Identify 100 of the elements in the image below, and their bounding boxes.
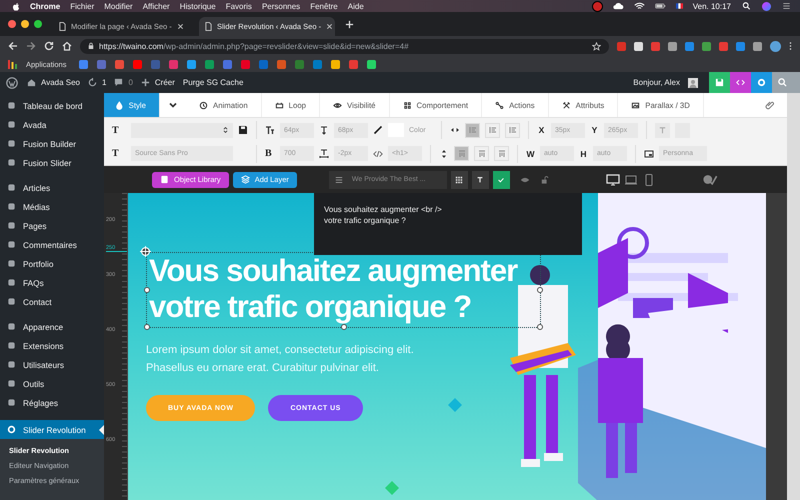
menu-item-icon <box>7 120 16 129</box>
chevron-down-icon[interactable] <box>168 100 178 110</box>
slide-subtitle: Lorem ipsum dolor sit amet, consectetur adipiscing elit. Phasellus eu ornare erat. Curabitur pulvinar elit. <box>146 343 414 376</box>
code-button[interactable] <box>730 72 751 93</box>
greeting-text[interactable]: Bonjour, Alex <box>633 78 680 87</box>
align-button[interactable] <box>505 122 520 138</box>
apps-grid-icon[interactable] <box>8 60 17 68</box>
site-name-link[interactable]: Avada Seo <box>41 78 80 87</box>
crosshair-icon[interactable] <box>140 246 151 257</box>
minimize-window-button[interactable] <box>21 20 29 28</box>
battery-icon[interactable] <box>654 2 666 10</box>
purge-cache-link[interactable]: Purge SG Cache <box>182 78 244 87</box>
sidebar-item[interactable]: Utilisateurs <box>0 355 104 374</box>
list-icon[interactable] <box>781 2 792 10</box>
sidebar-item[interactable]: Slider Revolution <box>0 420 104 439</box>
align-icon <box>456 148 466 158</box>
create-link[interactable]: Créer <box>154 78 175 87</box>
wifi-icon[interactable] <box>634 2 645 10</box>
resize-handle[interactable] <box>144 287 150 293</box>
align-button[interactable] <box>454 146 469 161</box>
align-button[interactable] <box>465 122 480 138</box>
new-tab-icon[interactable] <box>345 20 354 28</box>
sidebar-item[interactable]: Commentaires <box>0 235 104 254</box>
save-button[interactable] <box>709 72 730 93</box>
search-icon[interactable] <box>741 2 752 10</box>
star-icon[interactable] <box>592 42 601 50</box>
more-menu-icon[interactable] <box>789 41 792 51</box>
close-icon[interactable] <box>176 23 184 30</box>
flag-icon[interactable] <box>676 3 683 9</box>
close-window-button[interactable] <box>8 20 16 28</box>
menu-item[interactable]: Fichier <box>70 2 94 10</box>
close-icon[interactable] <box>326 23 334 30</box>
home-icon[interactable] <box>62 41 72 51</box>
sidebar-item[interactable]: Portfolio <box>0 254 104 273</box>
align-button[interactable] <box>474 146 489 161</box>
sidebar-item[interactable]: Outils <box>0 374 104 393</box>
forward-icon[interactable] <box>26 41 36 51</box>
mask-icon[interactable] <box>702 174 718 185</box>
resize-icon <box>644 148 654 158</box>
search-button[interactable] <box>772 72 800 93</box>
profile-avatar[interactable] <box>770 40 781 52</box>
font-icon: T <box>112 148 126 159</box>
sidebar-item[interactable]: Contact <box>0 292 104 311</box>
toolbar-toggle[interactable] <box>472 170 489 188</box>
menu-item[interactable]: Favoris <box>226 2 252 10</box>
scrollbar[interactable] <box>787 93 800 500</box>
unlocked-icon[interactable] <box>540 176 550 184</box>
sidebar-item[interactable]: Apparence <box>0 317 104 336</box>
reload-icon[interactable] <box>44 41 54 51</box>
menu-item-icon <box>7 322 16 331</box>
apple-logo-icon[interactable] <box>12 2 20 10</box>
eye-icon[interactable] <box>520 176 530 184</box>
zoom-window-button[interactable] <box>34 20 42 28</box>
resize-handle[interactable] <box>341 324 347 330</box>
align-button[interactable] <box>494 146 509 161</box>
back-icon[interactable] <box>8 41 18 51</box>
updates-count[interactable]: 1 <box>102 78 106 87</box>
menu-item[interactable]: Historique <box>180 2 216 10</box>
sidebar-item[interactable]: Extensions <box>0 336 104 355</box>
sidebar-item[interactable]: Réglages <box>0 393 104 412</box>
menu-item-icon <box>7 379 16 388</box>
status-app-icon[interactable] <box>592 0 603 12</box>
tooltip-text: votre trafic organique ? <box>324 216 407 225</box>
font-size-icon <box>265 125 275 135</box>
sidebar-item[interactable]: Fusion Slider <box>0 153 104 172</box>
menu-icon <box>334 176 343 184</box>
menu-item-icon <box>7 139 16 148</box>
horizontal-arrows-icon <box>450 125 460 135</box>
toolbar-toggle[interactable] <box>492 170 510 188</box>
comments-count[interactable]: 0 <box>128 78 133 87</box>
menu-item-icon <box>7 202 16 211</box>
clock-text: Ven. 10:17 <box>692 2 731 10</box>
laptop-icon[interactable] <box>624 174 638 186</box>
settings-button[interactable] <box>751 72 772 93</box>
siri-icon[interactable] <box>762 2 771 10</box>
sidebar-item[interactable]: Articles <box>0 178 104 197</box>
paperclip-icon[interactable] <box>765 100 775 110</box>
menu-item[interactable]: Fenêtre <box>310 2 338 10</box>
sidebar-item[interactable]: Pages <box>0 216 104 235</box>
desktop-icon[interactable] <box>606 174 620 186</box>
sidebar-item[interactable]: Avada <box>0 115 104 134</box>
address-bar[interactable]: https://twaino.com/wp-admin/admin.php?page=revslider&view=slide&id=new&slider=4# <box>80 38 609 54</box>
sidebar-item[interactable]: Médias <box>0 197 104 216</box>
sidebar-item[interactable]: FAQs <box>0 273 104 292</box>
app-name[interactable]: Chrome <box>30 2 60 10</box>
cloud-icon[interactable] <box>612 2 624 10</box>
resize-handle[interactable] <box>144 324 150 330</box>
align-icon <box>496 148 506 158</box>
menu-item[interactable]: Afficher <box>142 2 170 10</box>
menu-item[interactable]: Aide <box>348 2 364 10</box>
menu-item[interactable]: Personnes <box>262 2 300 10</box>
user-avatar-icon[interactable] <box>688 78 698 88</box>
toolbar-toggle[interactable] <box>450 170 468 188</box>
wordpress-logo-icon[interactable] <box>6 76 18 88</box>
align-button[interactable] <box>485 122 500 138</box>
brush-icon <box>373 125 383 135</box>
sidebar-item[interactable]: Tableau de bord <box>0 96 104 115</box>
h-label: H <box>579 148 588 158</box>
menu-item[interactable]: Modifier <box>104 2 133 10</box>
sidebar-item[interactable]: Fusion Builder <box>0 134 104 153</box>
